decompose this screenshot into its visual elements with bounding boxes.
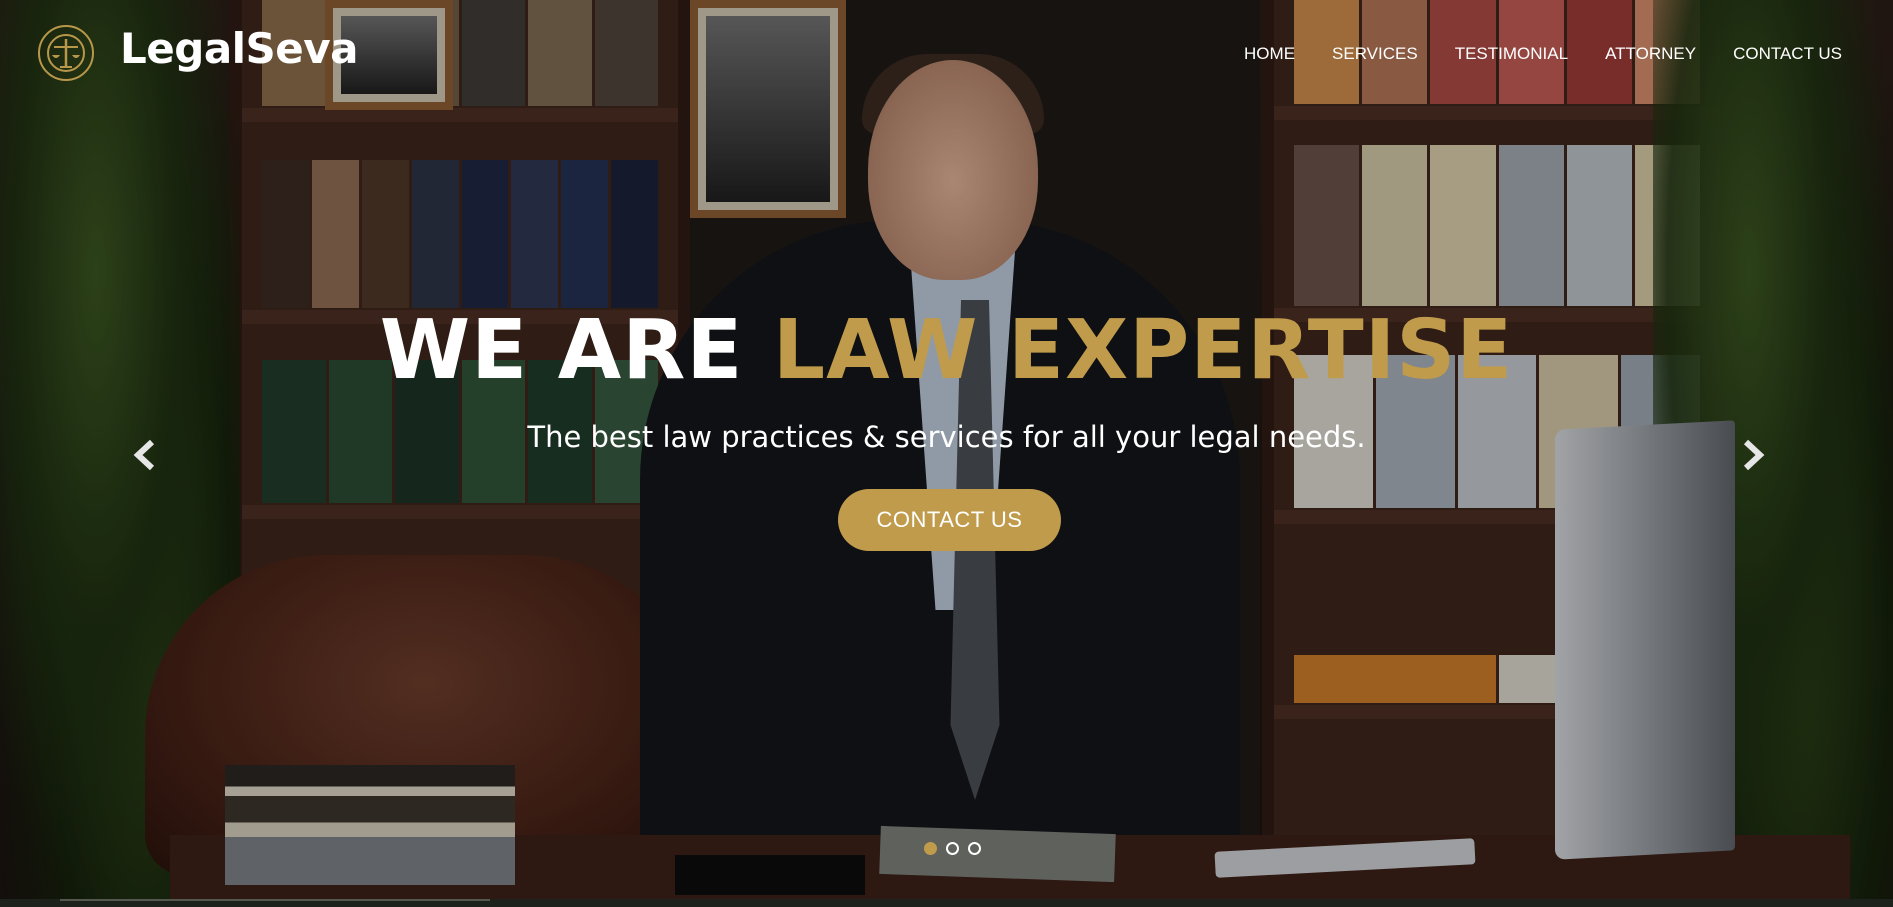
brand-name[interactable]: LegalSeva [120,24,359,73]
nav-item-attorney[interactable]: ATTORNEY [1605,44,1696,64]
nav-item-home[interactable]: HOME [1244,44,1295,64]
carousel-indicators [924,842,981,855]
hero-subtitle: The best law practices & services for al… [527,420,1366,454]
bottom-strip-line [60,899,490,901]
hero-title: WE ARE LAW EXPERTISE [0,303,1893,399]
carousel-dot-1[interactable] [924,842,937,855]
carousel-dot-2[interactable] [946,842,959,855]
contact-us-button[interactable]: CONTACT US [838,489,1061,551]
scales-of-justice-icon[interactable] [38,25,94,81]
hero-title-white: WE ARE [379,303,744,398]
chevron-right-icon[interactable] [1732,430,1772,480]
chevron-left-icon[interactable] [126,430,166,480]
main-nav: HOME SERVICES TESTIMONIAL ATTORNEY CONTA… [1207,44,1842,64]
nav-item-testimonial[interactable]: TESTIMONIAL [1455,44,1568,64]
hero-title-gold: LAW EXPERTISE [772,303,1514,398]
site-header: LegalSeva HOME SERVICES TESTIMONIAL ATTO… [0,0,1893,110]
nav-item-contact-us[interactable]: CONTACT US [1733,44,1842,64]
nav-item-services[interactable]: SERVICES [1332,44,1418,64]
carousel-dot-3[interactable] [968,842,981,855]
